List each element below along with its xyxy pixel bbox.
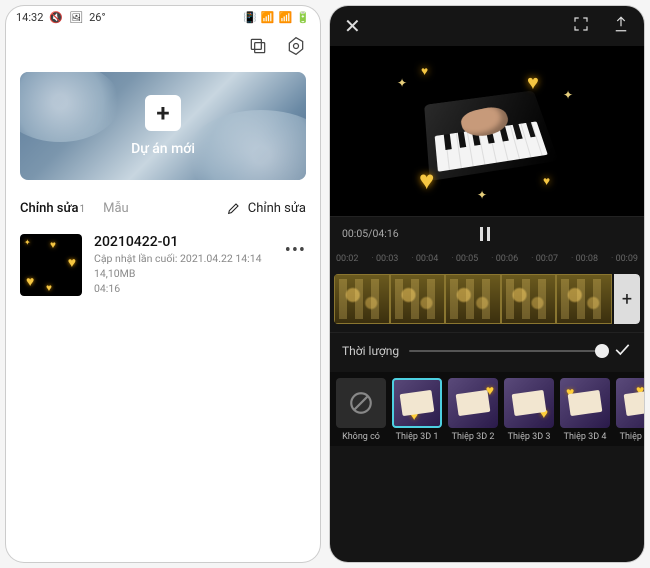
status-temp: 26° — [89, 11, 105, 24]
close-icon[interactable]: ✕ — [344, 14, 361, 38]
tab-edit-count: 1 — [79, 204, 85, 215]
edit-list-label: Chỉnh sửa — [248, 201, 306, 216]
duration-label: Thời lượng — [342, 344, 399, 358]
effect-label: Thiệp 3D 2 — [448, 432, 498, 442]
confirm-button[interactable] — [612, 339, 632, 362]
ruler-tick: 00:09 — [611, 254, 638, 264]
editor-top-bar: ✕ — [330, 6, 644, 46]
effect-label: Không có — [336, 432, 386, 442]
duration-row: Thời lượng — [330, 332, 644, 372]
effect-label: Thiệp 3D 4 — [560, 432, 610, 442]
status-time: 14:32 — [16, 11, 43, 24]
ruler-tick: 00:02 — [336, 254, 358, 264]
effects-strip: Không có Thiệp 3D 1 Thiệp 3D 2 Thiệp 3D … — [330, 372, 644, 446]
edit-list-button[interactable]: Chỉnh sửa — [226, 200, 306, 216]
status-bar: 14:32 🔇 🖼 26° 📳 📶 📶 🔋 — [6, 6, 320, 28]
tabs-row: Chỉnh sửa1 Mẫu Chỉnh sửa — [6, 194, 320, 226]
effect-label: Thiệp 3D 5 — [616, 432, 644, 442]
timeline-clip[interactable] — [334, 274, 390, 324]
settings-icon[interactable] — [286, 36, 306, 60]
playback-time: 00:05/04:16 — [342, 227, 399, 240]
projects-screen: 14:32 🔇 🖼 26° 📳 📶 📶 🔋 + Dự án mới Chỉnh … — [6, 6, 320, 562]
ruler-tick: 00:04 — [411, 254, 438, 264]
project-title: 20210422-01 — [94, 234, 273, 250]
project-duration: 04:16 — [94, 282, 273, 295]
layers-icon[interactable] — [248, 36, 268, 60]
effect-none[interactable]: Không có — [336, 378, 386, 442]
duration-slider[interactable] — [409, 350, 602, 352]
effect-thiep-3d-5[interactable]: Thiệp 3D 5 — [616, 378, 644, 442]
timeline-clip[interactable] — [390, 274, 446, 324]
effect-thiep-3d-3[interactable]: Thiệp 3D 3 — [504, 378, 554, 442]
tab-template[interactable]: Mẫu — [103, 201, 129, 216]
effect-thiep-3d-1[interactable]: Thiệp 3D 1 — [392, 378, 442, 442]
project-updated: Cập nhật lần cuối: 2021.04.22 14:14 — [94, 252, 273, 265]
vibrate-icon: 📳 — [243, 11, 257, 24]
timeline-clip[interactable] — [501, 274, 557, 324]
effect-thiep-3d-2[interactable]: Thiệp 3D 2 — [448, 378, 498, 442]
pencil-icon — [226, 200, 242, 216]
project-thumbnail: ♥♥♥♥✦ — [20, 234, 82, 296]
project-meta: 20210422-01 Cập nhật lần cuối: 2021.04.2… — [94, 234, 273, 295]
new-project-plus-icon: + — [145, 95, 181, 131]
pause-button[interactable] — [480, 227, 490, 241]
ruler-tick: 00:06 — [491, 254, 518, 264]
add-clip-button[interactable]: + — [614, 274, 640, 324]
preview-content — [424, 90, 558, 181]
timeline-clip[interactable] — [556, 274, 612, 324]
timeline-clip[interactable] — [445, 274, 501, 324]
effect-label: Thiệp 3D 1 — [392, 432, 442, 442]
timeline-track[interactable]: + — [334, 274, 640, 324]
fullscreen-icon[interactable] — [572, 15, 590, 37]
none-icon — [348, 390, 374, 416]
export-icon[interactable] — [612, 15, 630, 37]
effect-label: Thiệp 3D 3 — [504, 432, 554, 442]
project-more-icon[interactable]: ••• — [285, 234, 306, 261]
new-project-hero[interactable]: + Dự án mới — [20, 72, 306, 180]
editor-screen: ✕ ♥♥♥♥ ✦✦✦ 00:05/04:16 00:02 00:03 00:04… — [330, 6, 644, 562]
timeline-ruler[interactable]: 00:02 00:03 00:04 00:05 00:06 00:07 00:0… — [330, 250, 644, 270]
status-mute-icon: 🔇 — [49, 11, 63, 24]
effect-thiep-3d-4[interactable]: Thiệp 3D 4 — [560, 378, 610, 442]
status-image-icon: 🖼 — [69, 11, 83, 24]
tab-edit[interactable]: Chỉnh sửa1 — [20, 201, 85, 216]
top-actions — [6, 28, 320, 68]
ruler-tick: 00:08 — [571, 254, 598, 264]
project-item[interactable]: ♥♥♥♥✦ 20210422-01 Cập nhật lần cuối: 202… — [6, 226, 320, 304]
video-preview[interactable]: ♥♥♥♥ ✦✦✦ — [330, 46, 644, 216]
wifi-icon: 📶 — [261, 11, 275, 24]
project-size: 14,10MB — [94, 267, 273, 280]
battery-icon: 🔋 — [296, 11, 310, 24]
tab-edit-label: Chỉnh sửa — [20, 201, 78, 216]
playback-row: 00:05/04:16 — [330, 216, 644, 250]
signal-icon: 📶 — [279, 11, 293, 24]
ruler-tick: 00:07 — [531, 254, 558, 264]
ruler-tick: 00:05 — [451, 254, 478, 264]
new-project-label: Dự án mới — [131, 141, 195, 157]
ruler-tick: 00:03 — [371, 254, 398, 264]
